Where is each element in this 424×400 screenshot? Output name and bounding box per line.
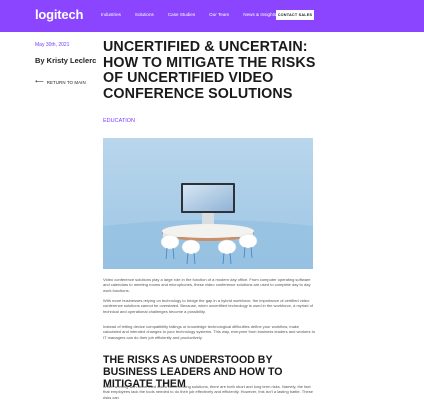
hero-image xyxy=(103,138,313,269)
article-paragraph-4: When working with uncertified video conf… xyxy=(103,384,313,400)
conference-room-illustration xyxy=(103,138,313,269)
article-paragraph-1: Video conference solutions play a large … xyxy=(103,277,311,293)
author-name: By Kristy Leclerc xyxy=(35,56,97,65)
nav-case-studies[interactable]: Case Studies xyxy=(168,12,195,17)
return-to-main-link[interactable]: ⟵ RETURN TO MAIN xyxy=(35,79,86,85)
publish-date: May 30th, 2021 xyxy=(35,42,70,48)
article-category-tag[interactable]: EDUCATION xyxy=(103,118,135,124)
nav-industries[interactable]: Industries xyxy=(101,12,121,17)
return-to-main-label: RETURN TO MAIN xyxy=(46,79,86,85)
main-nav: Industries Solutions Case Studies Our Te… xyxy=(101,12,290,17)
contact-sales-button[interactable]: CONTACT SALES xyxy=(276,10,314,20)
article-title: UNCERTIFIED & UNCERTAIN: HOW TO MITIGATE… xyxy=(103,39,316,102)
nav-news-insights[interactable]: News & Insights xyxy=(243,12,276,17)
arrow-left-icon: ⟵ xyxy=(35,79,44,85)
logitech-logo[interactable]: logitech xyxy=(35,7,83,22)
site-header: logitech Industries Solutions Case Studi… xyxy=(0,0,424,32)
nav-solutions[interactable]: Solutions xyxy=(135,12,154,17)
article-paragraph-2: With more businesses relying on technolo… xyxy=(103,298,313,314)
article-paragraph-3: Instead of letting device compatibility … xyxy=(103,324,315,340)
nav-our-team[interactable]: Our Team xyxy=(209,12,229,17)
